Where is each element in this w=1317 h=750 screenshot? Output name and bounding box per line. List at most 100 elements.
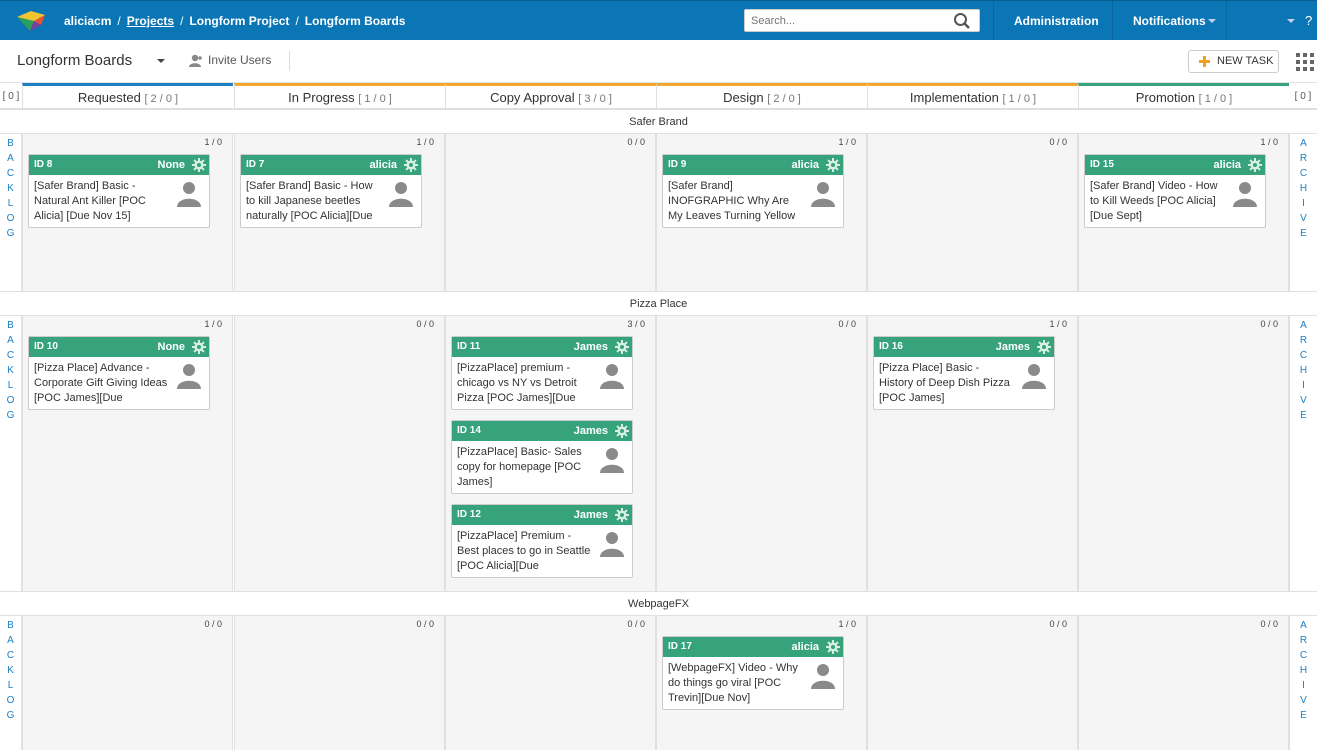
card-title[interactable]: [WebpageFX] Video - Why do things go vir… — [668, 661, 803, 706]
search-input[interactable] — [745, 10, 945, 31]
board-cell[interactable]: 0 / 0 — [1078, 616, 1289, 750]
card-id[interactable]: ID 11 — [457, 341, 480, 352]
breadcrumb-project[interactable]: Longform Project — [189, 14, 289, 28]
archive-link[interactable]: ARCHIVE — [1289, 316, 1317, 591]
card-owner[interactable]: None — [158, 155, 186, 175]
board-cell[interactable]: 0 / 0 — [22, 616, 233, 750]
column-header-2[interactable]: Copy Approval [ 3 / 0 ] — [445, 83, 656, 109]
board-cell[interactable]: 0 / 0 — [867, 134, 1078, 291]
user-avatar-icon[interactable] — [1022, 363, 1046, 389]
card-title[interactable]: [Safer Brand] Basic - Natural Ant Killer… — [34, 179, 169, 224]
card-owner[interactable]: James — [574, 421, 608, 441]
backlog-link[interactable]: BACKLOG — [0, 616, 22, 750]
breadcrumb-user[interactable]: aliciacm — [64, 14, 111, 28]
gear-icon[interactable] — [192, 340, 206, 354]
gear-icon[interactable] — [1248, 158, 1262, 172]
gear-icon[interactable] — [615, 424, 629, 438]
user-avatar-icon[interactable] — [811, 181, 835, 207]
backlog-link[interactable]: BACKLOG — [0, 134, 22, 291]
card-owner[interactable]: alicia — [791, 637, 819, 657]
card-id[interactable]: ID 16 — [879, 341, 903, 352]
card-title[interactable]: [PizzaPlace] premium - chicago vs NY vs … — [457, 361, 592, 406]
user-avatar-icon[interactable] — [600, 531, 624, 557]
card-id[interactable]: ID 10 — [34, 341, 58, 352]
swimlane-title[interactable]: Safer Brand — [0, 109, 1317, 134]
card-id[interactable]: ID 7 — [246, 159, 264, 170]
task-card[interactable]: ID 15 alicia [Safer Brand] Video - How to … — [1084, 154, 1266, 228]
column-header-0[interactable]: Requested [ 2 / 0 ] — [22, 83, 233, 109]
task-card[interactable]: ID 11 James [PizzaPlace] premium - chicago… — [451, 336, 633, 410]
gear-icon[interactable] — [1037, 340, 1051, 354]
column-header-1[interactable]: In Progress [ 1 / 0 ] — [234, 83, 445, 109]
gear-icon[interactable] — [615, 340, 629, 354]
column-header-4[interactable]: Implementation [ 1 / 0 ] — [867, 83, 1078, 109]
card-id[interactable]: ID 15 — [1090, 159, 1114, 170]
board-cell[interactable]: 0 / 0 — [656, 316, 867, 591]
user-avatar-icon[interactable] — [600, 363, 624, 389]
user-avatar-icon[interactable] — [389, 181, 413, 207]
column-header-5[interactable]: Promotion [ 1 / 0 ] — [1078, 83, 1289, 109]
board-cell[interactable]: 0 / 0 — [1078, 316, 1289, 591]
card-owner[interactable]: alicia — [791, 155, 819, 175]
archive-link[interactable]: ARCHIVE — [1289, 616, 1317, 750]
backlog-link[interactable]: BACKLOG — [0, 316, 22, 591]
search-icon[interactable] — [953, 12, 971, 30]
breadcrumb-projects[interactable]: Projects — [127, 14, 174, 28]
board-cell[interactable]: 0 / 0 — [867, 616, 1078, 750]
card-id[interactable]: ID 17 — [668, 641, 692, 652]
swimlane-title[interactable]: WebpageFX — [0, 591, 1317, 616]
user-menu[interactable] — [1226, 1, 1301, 41]
gear-icon[interactable] — [192, 158, 206, 172]
board-cell[interactable]: 0 / 0 — [445, 616, 656, 750]
card-owner[interactable]: James — [996, 337, 1030, 357]
apps-grid-icon[interactable] — [1296, 53, 1314, 71]
notifications-menu[interactable]: Notifications — [1112, 1, 1226, 41]
board-cell[interactable]: 0 / 0 — [234, 616, 445, 750]
task-card[interactable]: ID 8 None [Safer Brand] Basic - Natural An… — [28, 154, 210, 228]
card-owner[interactable]: James — [574, 505, 608, 525]
card-title[interactable]: [Pizza Place] Advance - Corporate Gift G… — [34, 361, 169, 406]
user-avatar-icon[interactable] — [600, 447, 624, 473]
card-owner[interactable]: None — [158, 337, 186, 357]
gear-icon[interactable] — [826, 640, 840, 654]
board-title[interactable]: Longform Boards — [17, 52, 132, 69]
user-avatar-icon[interactable] — [177, 181, 201, 207]
help-button[interactable]: ? — [1305, 1, 1312, 41]
board-cell[interactable]: 0 / 0 — [445, 134, 656, 291]
app-logo-icon[interactable] — [14, 8, 48, 34]
task-card[interactable]: ID 10 None [Pizza Place] Advance - Corpora… — [28, 336, 210, 410]
task-card[interactable]: ID 14 James [PizzaPlace] Basic- Sales copy… — [451, 420, 633, 494]
card-title[interactable]: [Safer Brand] INOFGRAPHIC Why Are My Lea… — [668, 179, 803, 224]
task-card[interactable]: ID 16 James [Pizza Place] Basic - History … — [873, 336, 1055, 410]
card-id[interactable]: ID 14 — [457, 425, 481, 436]
breadcrumb-board[interactable]: Longform Boards — [305, 14, 406, 28]
task-card[interactable]: ID 9 alicia [Safer Brand] INOFGRAPHIC Why … — [662, 154, 844, 228]
column-header-3[interactable]: Design [ 2 / 0 ] — [656, 83, 867, 109]
user-avatar-icon[interactable] — [811, 663, 835, 689]
card-id[interactable]: ID 9 — [668, 159, 686, 170]
card-owner[interactable]: alicia — [369, 155, 397, 175]
gear-icon[interactable] — [404, 158, 418, 172]
card-owner[interactable]: James — [574, 337, 608, 357]
task-card[interactable]: ID 17 alicia [WebpageFX] Video - Why do th… — [662, 636, 844, 710]
card-title[interactable]: [PizzaPlace] Basic- Sales copy for homep… — [457, 445, 592, 490]
user-avatar-icon[interactable] — [1233, 181, 1257, 207]
gear-icon[interactable] — [826, 158, 840, 172]
swimlane-title[interactable]: Pizza Place — [0, 291, 1317, 316]
task-card[interactable]: ID 7 alicia [Safer Brand] Basic - How to k… — [240, 154, 422, 228]
card-title[interactable]: [Pizza Place] Basic - History of Deep Di… — [879, 361, 1014, 406]
card-id[interactable]: ID 8 — [34, 159, 52, 170]
card-title[interactable]: [Safer Brand] Basic - How to kill Japane… — [246, 179, 381, 224]
invite-users-button[interactable]: Invite Users — [188, 53, 271, 68]
administration-menu[interactable]: Administration — [993, 1, 1112, 41]
card-id[interactable]: ID 12 — [457, 509, 481, 520]
user-avatar-icon[interactable] — [177, 363, 201, 389]
archive-link[interactable]: ARCHIVE — [1289, 134, 1317, 291]
board-select-chevron-icon[interactable] — [157, 59, 165, 63]
task-card[interactable]: ID 12 James [PizzaPlace] Premium - Best pl… — [451, 504, 633, 578]
gear-icon[interactable] — [615, 508, 629, 522]
new-task-button[interactable]: NEW TASK — [1188, 50, 1279, 73]
board-cell[interactable]: 0 / 0 — [234, 316, 445, 591]
card-owner[interactable]: alicia — [1213, 155, 1241, 175]
card-title[interactable]: [Safer Brand] Video - How to Kill Weeds … — [1090, 179, 1225, 224]
